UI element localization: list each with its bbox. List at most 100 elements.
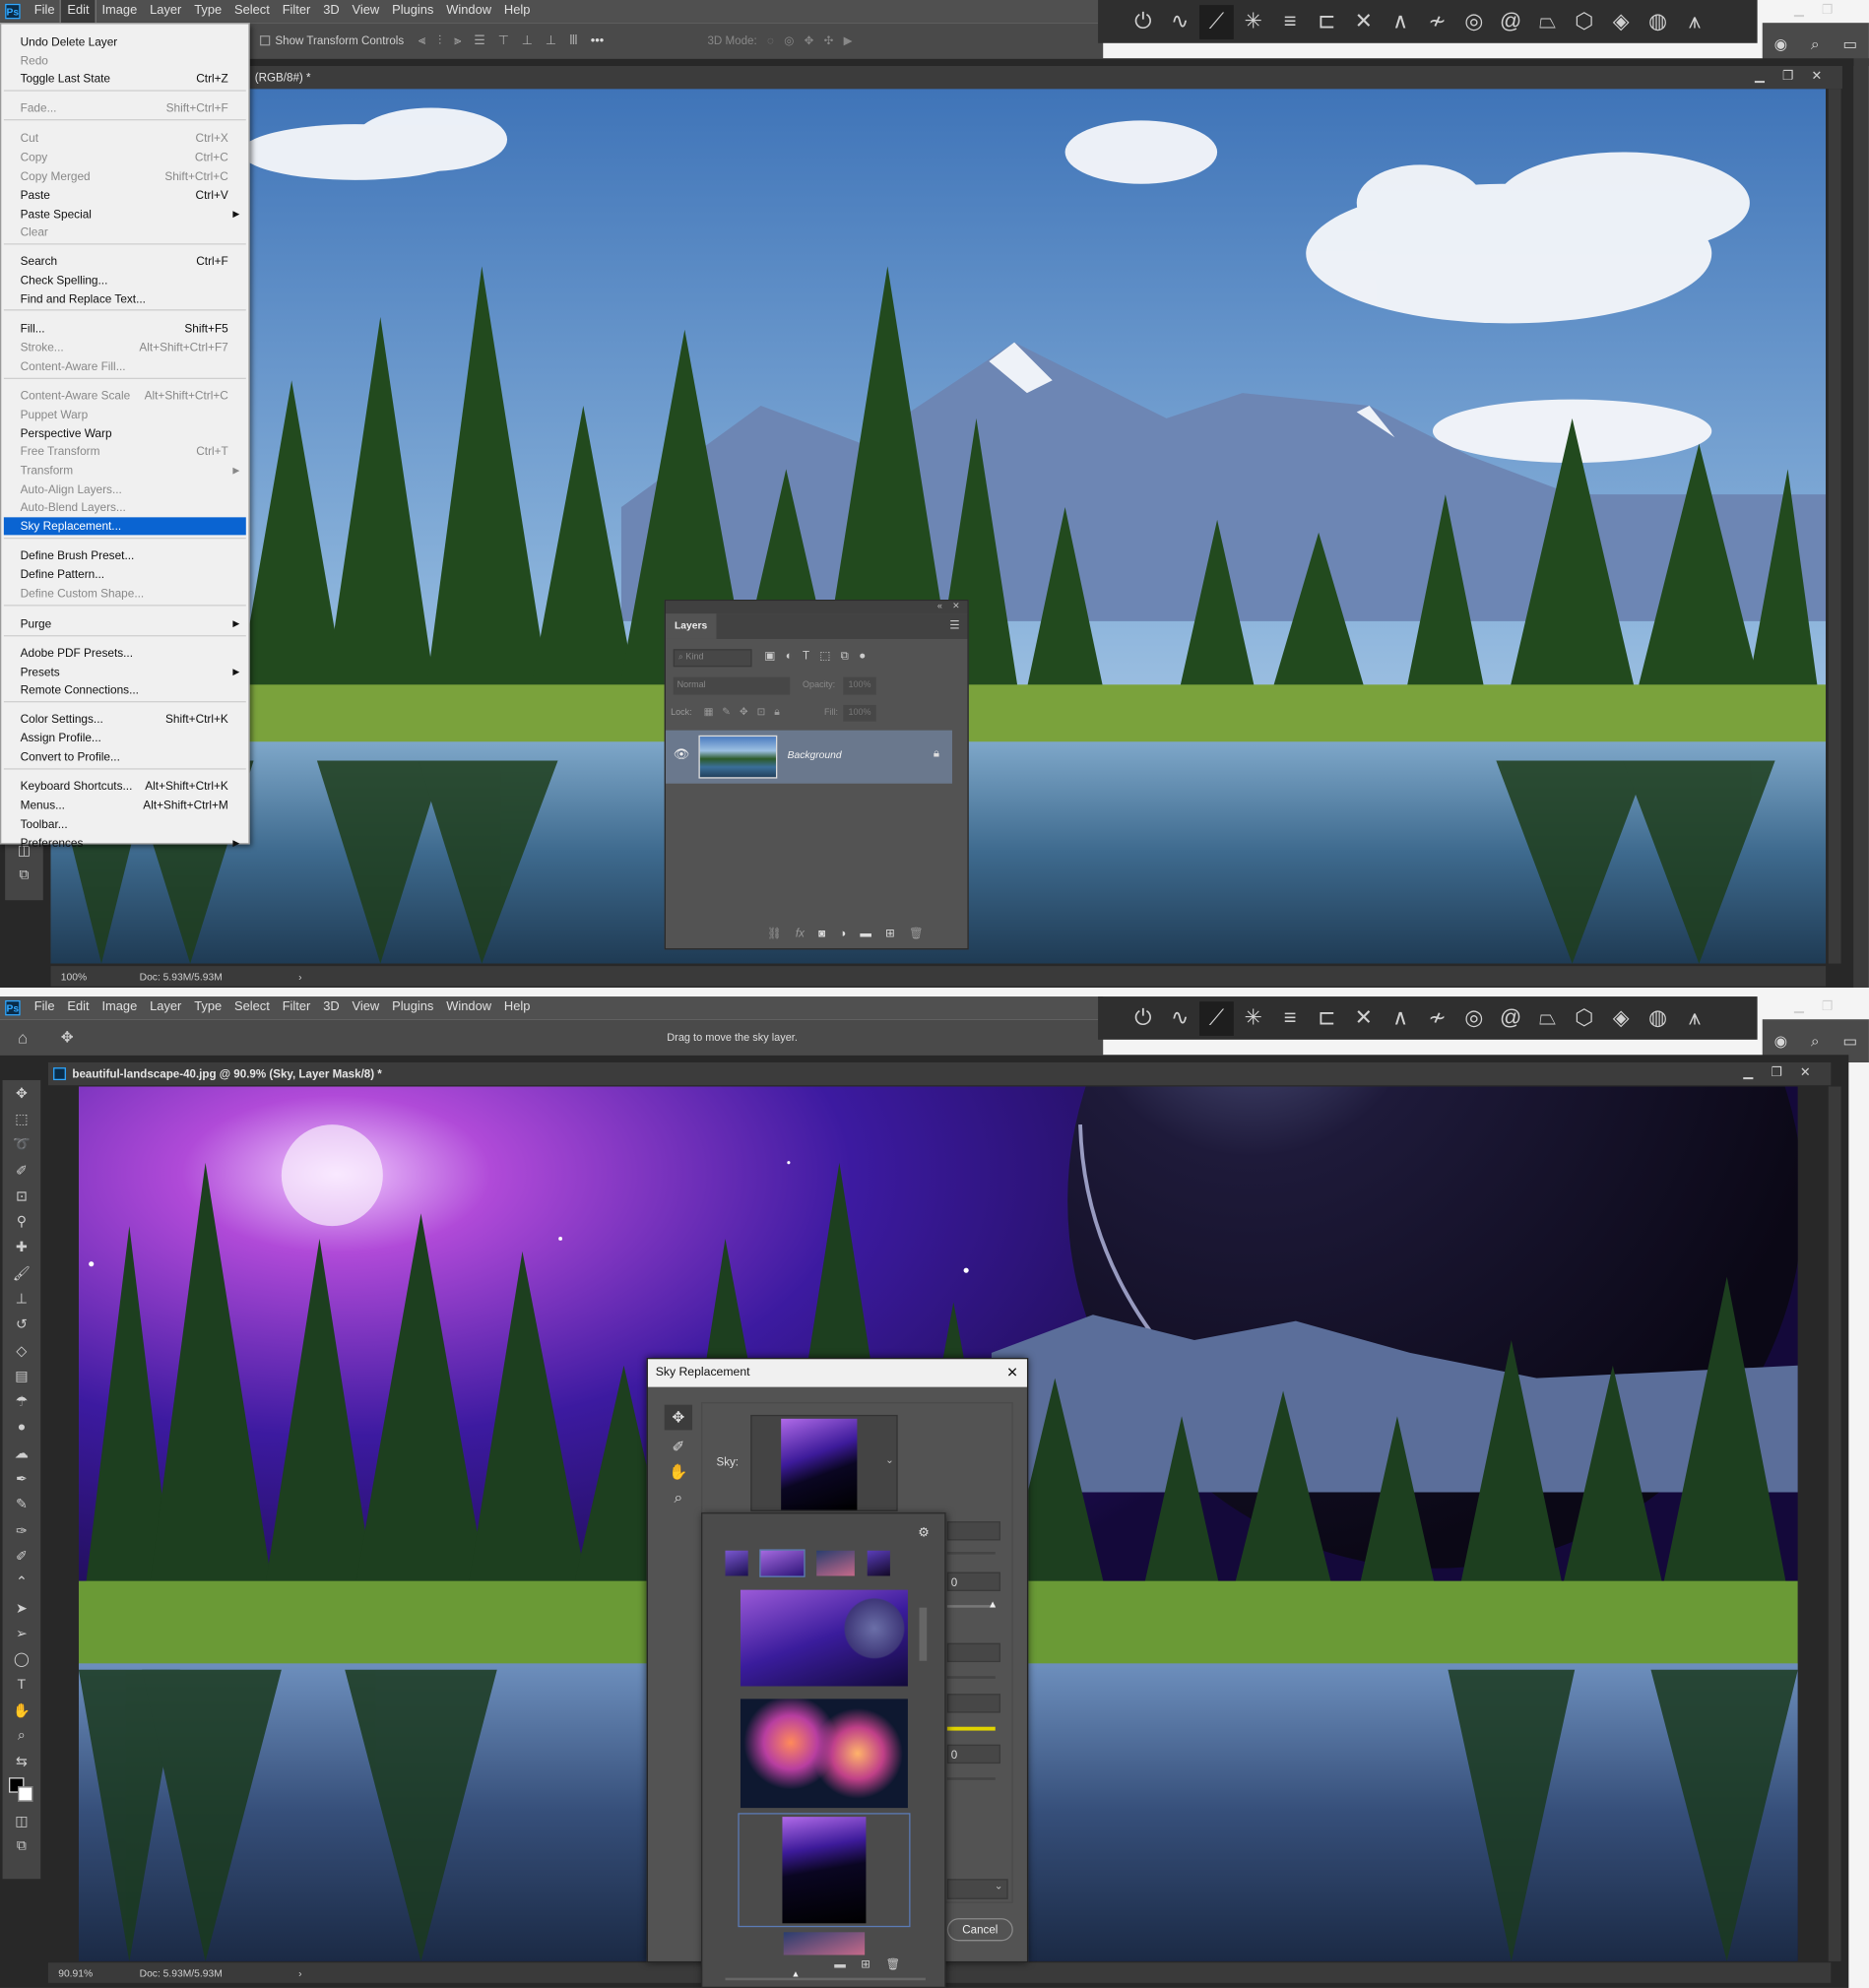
tab-layers[interactable]: Layers bbox=[665, 613, 717, 639]
popup-scrollbar[interactable] bbox=[919, 1607, 928, 1661]
menu-image[interactable]: Image bbox=[96, 996, 144, 1019]
diamond-icon[interactable]: ◈ bbox=[1604, 1001, 1639, 1036]
restore-icon[interactable]: ❐ bbox=[1782, 70, 1794, 84]
lines-icon[interactable]: ≡ bbox=[1273, 1001, 1308, 1036]
menu-window[interactable]: Window bbox=[440, 996, 498, 1019]
menu-image[interactable]: Image bbox=[96, 0, 144, 23]
cross-icon[interactable]: ✕ bbox=[1346, 1001, 1381, 1036]
spiral-icon[interactable]: ◎ bbox=[1456, 1001, 1491, 1036]
restore-icon[interactable]: ❐ bbox=[1771, 1066, 1782, 1080]
history-brush-icon[interactable]: ↺ bbox=[16, 1312, 28, 1337]
path-select-icon[interactable]: ➤ bbox=[16, 1595, 28, 1621]
menu-item-color-settings[interactable]: Color Settings... Shift+Ctrl+K bbox=[4, 710, 246, 728]
blur-tool-icon[interactable]: ☂ bbox=[16, 1389, 29, 1415]
doc-tab-2[interactable]: beautiful-landscape-40.jpg @ 90.9% (Sky,… bbox=[47, 1062, 1832, 1086]
slider-input-3[interactable] bbox=[946, 1642, 1000, 1663]
menu-layer[interactable]: Layer bbox=[144, 996, 188, 1019]
shift-edge-input[interactable]: 0 bbox=[946, 1571, 1000, 1591]
menu-item-perspective-warp[interactable]: Perspective Warp bbox=[4, 424, 246, 442]
opacity-input[interactable]: 100% bbox=[843, 676, 876, 695]
menu-filter[interactable]: Filter bbox=[276, 0, 317, 23]
menu-item-assign-profile[interactable]: Assign Profile... bbox=[4, 729, 246, 746]
close-icon[interactable]: ✕ bbox=[1811, 70, 1822, 84]
3d-slide-icon[interactable]: ✣ bbox=[824, 33, 834, 47]
type-tool-icon[interactable]: T bbox=[18, 1672, 27, 1698]
menu-view[interactable]: View bbox=[346, 0, 386, 23]
menu-window[interactable]: Window bbox=[440, 0, 498, 23]
link-layers-icon[interactable]: ⛓︎ bbox=[767, 927, 782, 940]
workspace-icon[interactable]: ▭ bbox=[1842, 35, 1857, 53]
slider-input-4[interactable] bbox=[946, 1694, 1000, 1713]
menu-type[interactable]: Type bbox=[188, 0, 228, 23]
slider-track-3[interactable] bbox=[946, 1676, 996, 1679]
background-color[interactable] bbox=[18, 1786, 33, 1802]
show-transform-checkbox[interactable] bbox=[259, 35, 271, 46]
star-icon[interactable]: ✳ bbox=[1236, 5, 1270, 39]
menu-item-preferences[interactable]: Preferences ▶ bbox=[4, 834, 246, 852]
diamond-icon[interactable]: ◈ bbox=[1604, 5, 1639, 39]
layer-lock-icon[interactable]: 🔒︎ bbox=[934, 746, 939, 760]
slider-track-1[interactable] bbox=[946, 1552, 996, 1555]
lock-transparency-icon[interactable]: ▦ bbox=[704, 706, 714, 719]
move-tool-icon[interactable]: ✥ bbox=[664, 1404, 693, 1431]
thumbnail-size-slider[interactable] bbox=[725, 1977, 926, 1981]
zoom-value[interactable]: 90.91% bbox=[48, 1967, 140, 1979]
restore-icon[interactable]: ❐ bbox=[1822, 1000, 1834, 1014]
3d-orbit-icon[interactable]: ◌ bbox=[767, 33, 774, 47]
sky-thumb-fireworks-2[interactable] bbox=[783, 1932, 866, 1956]
sky-group-night[interactable] bbox=[867, 1550, 890, 1576]
scale-input[interactable]: 0 bbox=[946, 1744, 1000, 1764]
new-group-icon[interactable]: ▬ bbox=[834, 1957, 846, 1971]
menu-item-define-brush-preset[interactable]: Define Brush Preset... bbox=[4, 546, 246, 564]
eraser-tool-icon[interactable]: ◇ bbox=[16, 1337, 27, 1363]
marquee-tool-icon[interactable]: ⬚ bbox=[15, 1106, 28, 1131]
menu-item-toolbar[interactable]: Toolbar... bbox=[4, 815, 246, 833]
align-bottom-icon[interactable]: ⊥ bbox=[546, 33, 556, 47]
menu-edit[interactable]: Edit bbox=[61, 996, 96, 1019]
adjustment-filter-icon[interactable]: ◐ bbox=[786, 649, 793, 663]
menu-help[interactable]: Help bbox=[497, 996, 536, 1019]
layer-row-background[interactable]: 👁︎ Background 🔒︎ bbox=[665, 730, 952, 784]
menu-item-undo-delete-layer[interactable]: Undo Delete Layer bbox=[4, 32, 246, 50]
sky-thumb-selected-frame[interactable] bbox=[738, 1813, 911, 1928]
curvature-pen-icon[interactable]: ✑ bbox=[16, 1517, 28, 1543]
menu-item-fill[interactable]: Fill... Shift+F5 bbox=[4, 319, 246, 337]
close-icon[interactable]: ✕ bbox=[952, 603, 960, 611]
cross-icon[interactable]: ✕ bbox=[1346, 5, 1381, 39]
menu-item-define-pattern[interactable]: Define Pattern... bbox=[4, 565, 246, 583]
trapezoid-icon[interactable]: ⏢ bbox=[1530, 5, 1565, 39]
menu-item-remote-connections[interactable]: Remote Connections... bbox=[4, 680, 246, 698]
crop-tool-icon[interactable]: ⊡ bbox=[16, 1184, 28, 1209]
angle-icon[interactable]: ∧ bbox=[1384, 5, 1418, 39]
menu-item-paste[interactable]: Paste Ctrl+V bbox=[4, 186, 246, 204]
menu-item-menus[interactable]: Menus... Alt+Shift+Ctrl+M bbox=[4, 797, 246, 814]
move-tool-icon[interactable]: ✥ bbox=[61, 1028, 74, 1046]
3d-roll-icon[interactable]: ◎ bbox=[784, 33, 794, 47]
menu-3d[interactable]: 3D bbox=[317, 996, 346, 1019]
sponge-tool-icon[interactable]: ☁ bbox=[15, 1441, 29, 1466]
pen-tool-icon[interactable]: ✒ bbox=[16, 1466, 28, 1492]
align-top-icon[interactable]: ⊤ bbox=[498, 33, 509, 47]
gear-icon[interactable]: ⚙ bbox=[918, 1526, 930, 1540]
menu-item-keyboard-shortcuts[interactable]: Keyboard Shortcuts... Alt+Shift+Ctrl+K bbox=[4, 777, 246, 795]
zoom-tool-icon[interactable]: ⌕ bbox=[18, 1723, 26, 1749]
zoom-tool-icon[interactable]: ⌕ bbox=[675, 1489, 683, 1507]
zigzag-icon[interactable]: ≁ bbox=[1420, 1001, 1454, 1036]
screen-mode-icon[interactable]: ⧉ bbox=[19, 863, 29, 888]
new-preset-icon[interactable]: ⊞ bbox=[861, 1957, 870, 1971]
distribute-v-icon[interactable]: Ⅲ bbox=[569, 33, 578, 47]
delete-icon[interactable]: 🗑︎ bbox=[885, 1957, 900, 1971]
cube-icon[interactable]: ⬡ bbox=[1567, 1001, 1601, 1036]
fill-input[interactable]: 100% bbox=[843, 704, 876, 722]
menu-type[interactable]: Type bbox=[188, 996, 228, 1019]
output-select[interactable]: ⌄ bbox=[946, 1879, 1008, 1899]
power-icon[interactable]: ⏻ bbox=[1126, 1001, 1160, 1036]
swap-colors-icon[interactable]: ⇆ bbox=[16, 1750, 28, 1775]
minimize-icon[interactable]: ▁ bbox=[1794, 4, 1804, 18]
circle-icon[interactable]: ◍ bbox=[1641, 5, 1675, 39]
vertical-scrollbar-2[interactable] bbox=[1828, 1086, 1841, 1961]
quick-mask-icon[interactable]: ◫ bbox=[15, 1808, 28, 1833]
menu-select[interactable]: Select bbox=[228, 996, 277, 1019]
layer-name[interactable]: Background bbox=[788, 749, 842, 761]
share-icon[interactable]: ◉ bbox=[1774, 1032, 1787, 1050]
